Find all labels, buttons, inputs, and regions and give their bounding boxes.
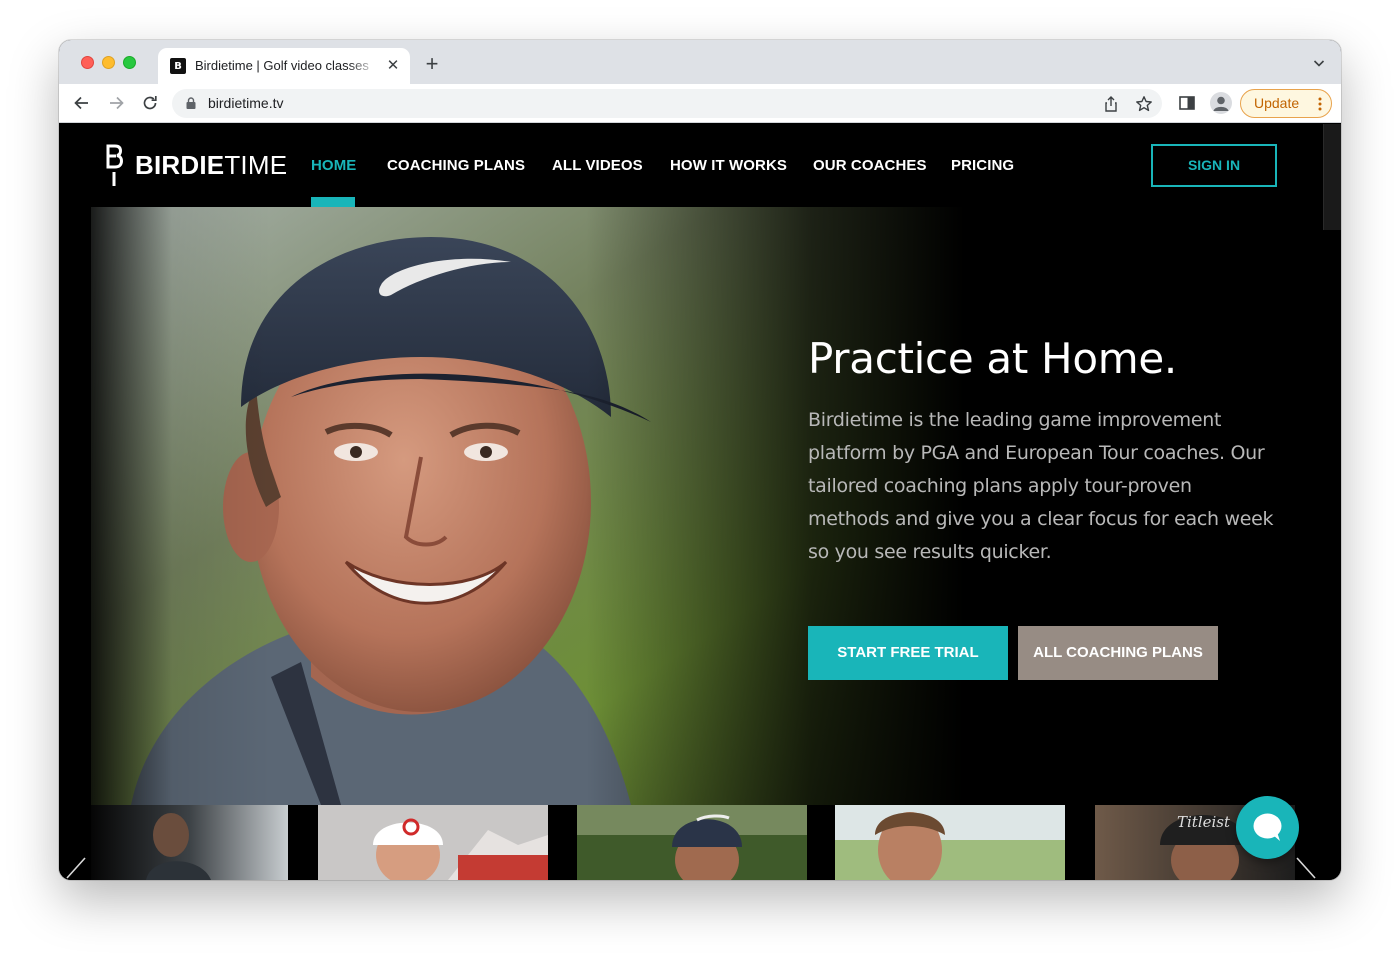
nav-our-coaches[interactable]: OUR COACHES	[813, 157, 927, 174]
update-button[interactable]: Update	[1240, 89, 1332, 118]
minimize-window-button[interactable]	[102, 56, 115, 69]
thumb-brand-text: Titleist	[1177, 813, 1231, 831]
browser-tab[interactable]: B Birdietime | Golf video classes ✕	[158, 48, 410, 84]
logo-light-text: TIME	[224, 150, 288, 180]
forward-arrow-icon[interactable]	[106, 93, 126, 113]
hero-title: Practice at Home.	[808, 334, 1177, 383]
tab-close-icon[interactable]: ✕	[384, 56, 402, 76]
share-icon[interactable]	[1102, 95, 1120, 113]
browser-toolbar: birdietime.tv Update	[59, 84, 1341, 123]
site-logo[interactable]: BIRDIETIME	[135, 150, 287, 181]
nav-pricing[interactable]: PRICING	[951, 157, 1014, 174]
chevron-down-icon[interactable]	[1311, 55, 1327, 71]
favicon-icon: B	[170, 58, 186, 74]
nav-coaching-plans[interactable]: COACHING PLANS	[387, 157, 525, 174]
browser-window: B Birdietime | Golf video classes ✕ + bi…	[59, 40, 1341, 880]
birdietime-logo-icon[interactable]	[105, 144, 123, 188]
coach-thumbnail[interactable]	[91, 805, 288, 880]
new-tab-icon[interactable]: +	[421, 53, 443, 75]
nav-home[interactable]: HOME	[311, 157, 356, 174]
chat-bubble-icon	[1253, 813, 1282, 841]
web-page: BIRDIETIME HOME COACHING PLANS ALL VIDEO…	[59, 124, 1341, 880]
chat-launcher-button[interactable]	[1236, 796, 1299, 859]
sign-in-button[interactable]: SIGN IN	[1151, 144, 1277, 187]
all-coaching-plans-button[interactable]: ALL COACHING PLANS	[1018, 626, 1218, 680]
url-text: birdietime.tv	[208, 95, 284, 111]
coach-thumbnail[interactable]	[318, 805, 548, 880]
tab-strip: B Birdietime | Golf video classes ✕ +	[59, 40, 1341, 84]
address-bar[interactable]: birdietime.tv	[172, 89, 1162, 118]
close-window-button[interactable]	[81, 56, 94, 69]
nav-all-videos[interactable]: ALL VIDEOS	[552, 157, 643, 174]
star-icon[interactable]	[1135, 95, 1153, 113]
logo-bold-text: BIRDIE	[135, 150, 225, 180]
tab-title-fade	[348, 56, 378, 76]
carousel-prev-icon[interactable]	[65, 856, 87, 880]
lock-icon[interactable]	[186, 97, 196, 109]
nav-how-it-works[interactable]: HOW IT WORKS	[670, 157, 787, 174]
kebab-menu-icon[interactable]	[1318, 97, 1322, 111]
start-free-trial-button[interactable]: START FREE TRIAL	[808, 626, 1008, 680]
hero-description: Birdietime is the leading game improveme…	[808, 409, 1274, 563]
back-arrow-icon[interactable]	[72, 93, 92, 113]
sidepanel-icon[interactable]	[1178, 94, 1196, 112]
coach-thumbnail[interactable]	[835, 805, 1065, 880]
page-scrollbar[interactable]	[1323, 124, 1341, 230]
zoom-window-button[interactable]	[123, 56, 136, 69]
nav-active-indicator	[311, 197, 355, 207]
profile-icon[interactable]	[1210, 92, 1232, 114]
coach-thumbnail[interactable]	[577, 805, 807, 880]
update-label: Update	[1254, 95, 1300, 111]
reload-icon[interactable]	[140, 93, 160, 113]
carousel-next-icon[interactable]	[1295, 856, 1317, 880]
